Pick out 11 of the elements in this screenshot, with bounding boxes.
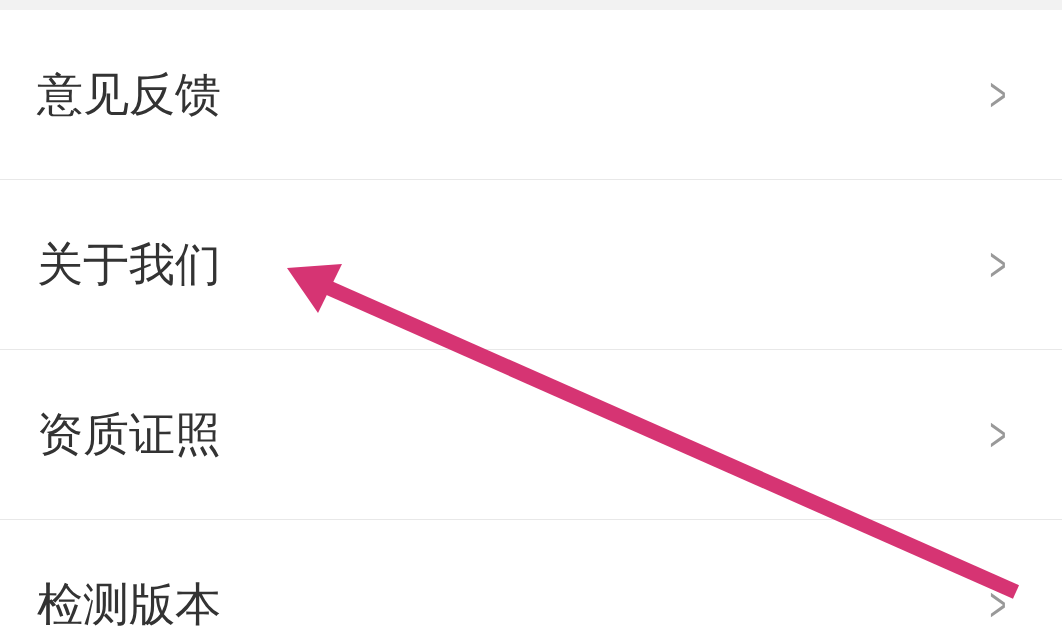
chevron-icon: >	[989, 237, 1007, 292]
settings-item[interactable]: 检测版本 >	[0, 520, 1062, 640]
item-label: 意见反馈	[37, 65, 221, 123]
item-label: 资质证照	[37, 405, 221, 463]
item-label: 检测版本	[37, 575, 221, 633]
item-label: 关于我们	[37, 235, 221, 293]
settings-item[interactable]: 资质证照 >	[0, 350, 1062, 520]
chevron-icon: >	[989, 67, 1007, 122]
settings-item[interactable]: 意见反馈 >	[0, 10, 1062, 180]
chevron-icon: >	[989, 577, 1007, 632]
chevron-icon: >	[989, 407, 1007, 462]
